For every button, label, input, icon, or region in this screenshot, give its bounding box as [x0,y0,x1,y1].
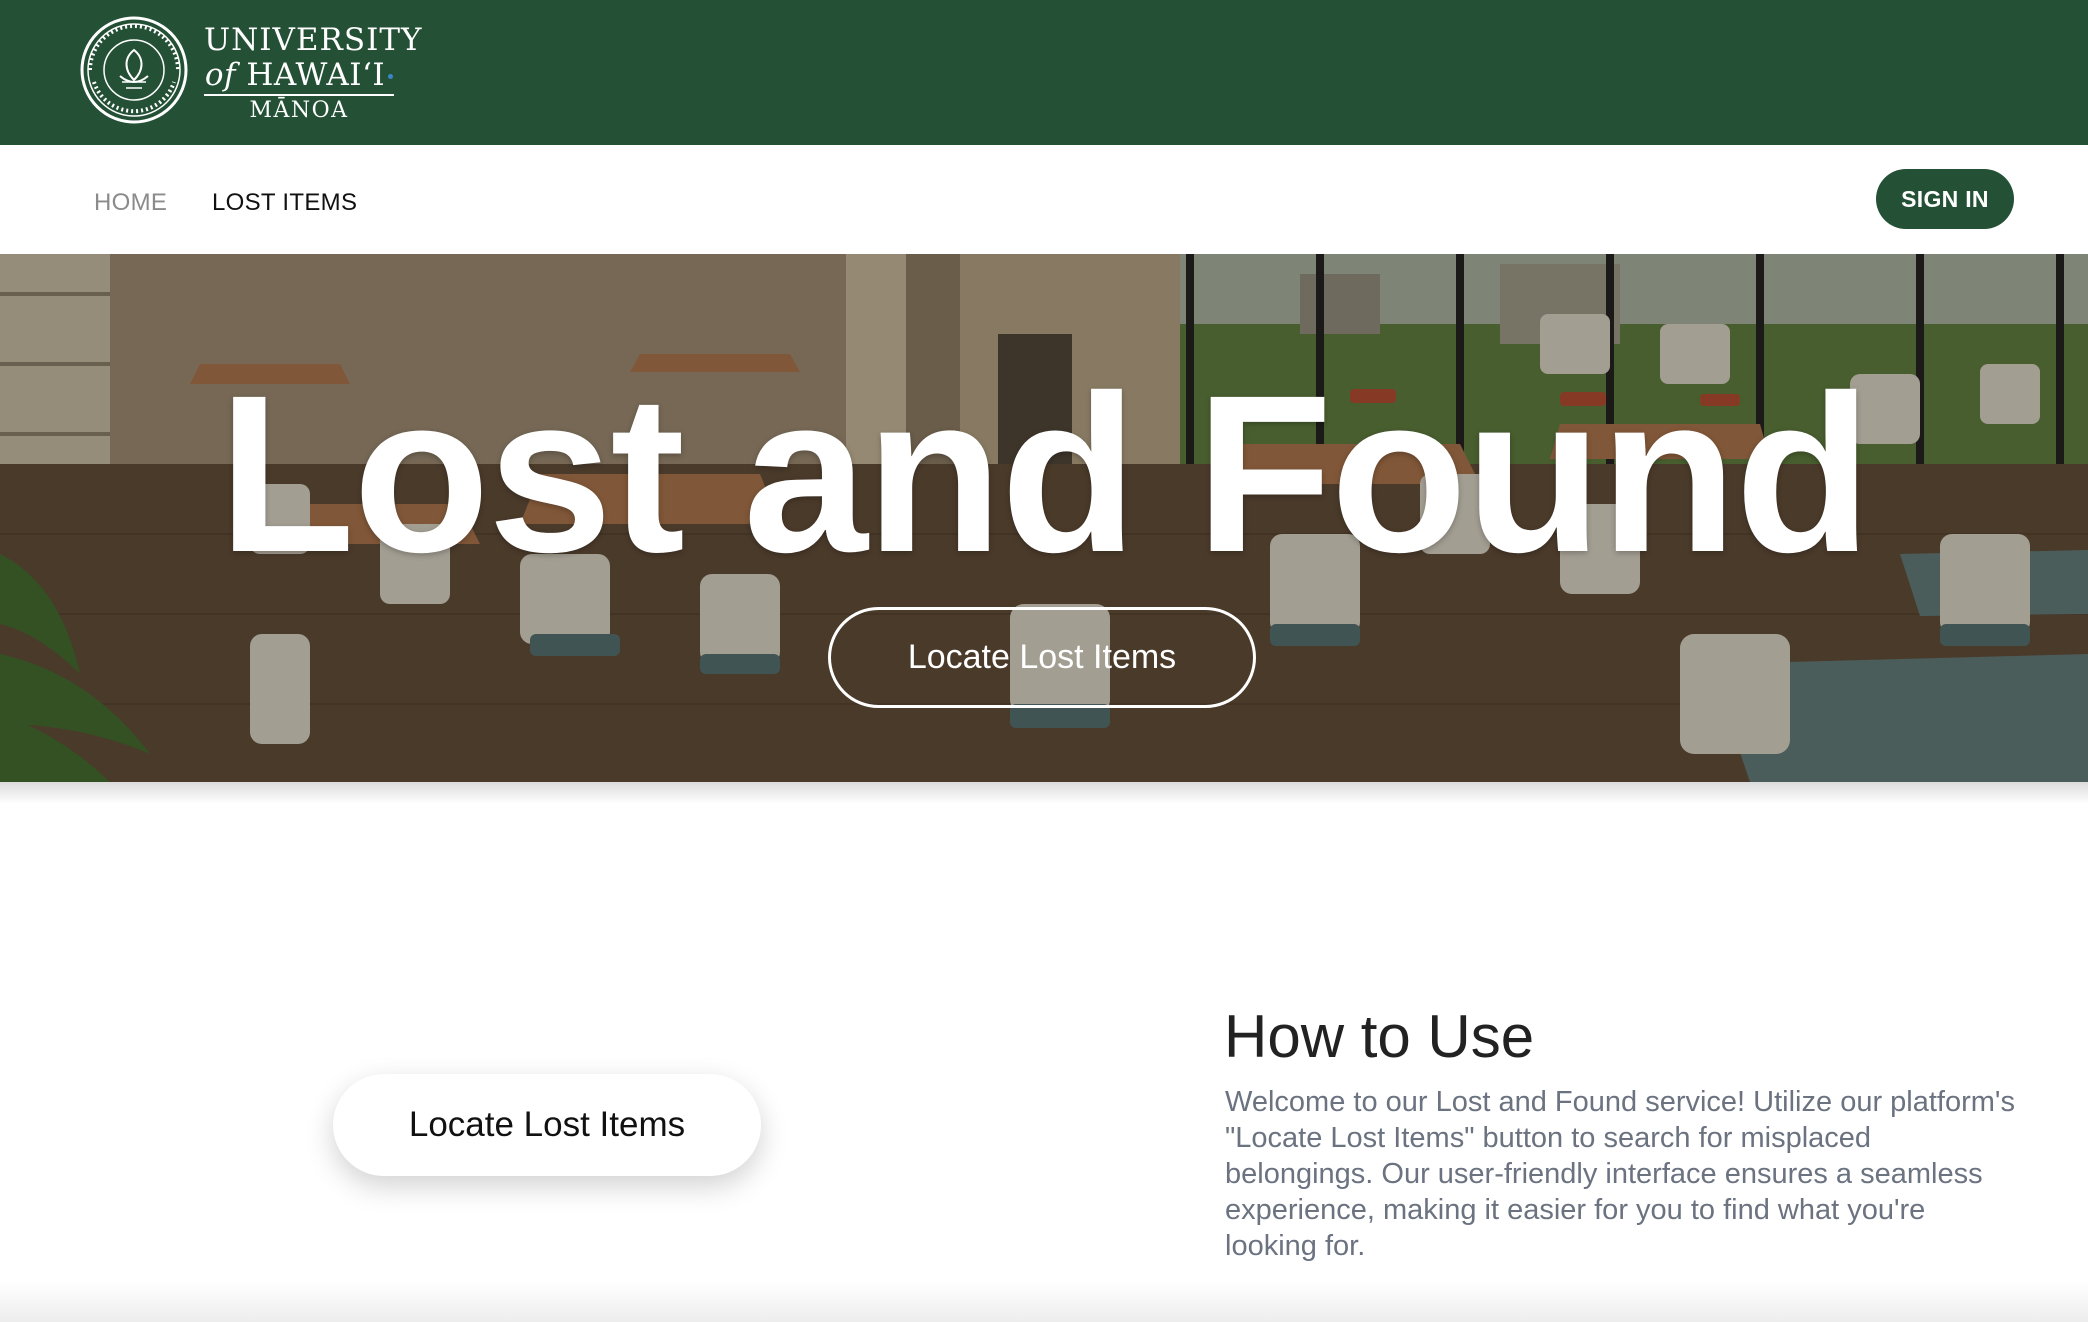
university-wordmark[interactable]: UNIVERSITY of HAWAIʻI MĀNOA [204,22,423,123]
brand-bar: UNIVERSITY of HAWAIʻI MĀNOA [0,0,2088,145]
wordmark-dot-icon [388,74,394,79]
wordmark-of: of [204,57,237,93]
locate-lost-items-button[interactable]: Locate Lost Items [333,1074,761,1176]
wordmark-line-manoa: MĀNOA [249,98,349,123]
nav-home-link[interactable]: HOME [94,189,167,217]
how-to-use-heading: How to Use [1224,1003,1535,1070]
sign-in-button[interactable]: SIGN IN [1876,169,2014,229]
main-nav: HOME LOST ITEMS SIGN IN [0,145,2088,254]
hero-shadow [0,782,2088,804]
wordmark-hawaii: HAWAIʻI [246,57,386,93]
wordmark-line-university: UNIVERSITY [204,22,423,58]
hero-title: Lost and Found [218,349,1872,599]
hero-locate-lost-items-button[interactable]: Locate Lost Items [828,607,1256,708]
nav-lost-items-link[interactable]: LOST ITEMS [212,189,357,217]
hero-banner: Lost and Found Locate Lost Items [0,254,2088,782]
wordmark-line-hawaii: of HAWAIʻI [204,58,394,96]
footer-fade [0,1282,2088,1322]
university-seal-icon[interactable] [80,16,188,124]
how-to-use-description: Welcome to our Lost and Found service! U… [1225,1086,2015,1262]
